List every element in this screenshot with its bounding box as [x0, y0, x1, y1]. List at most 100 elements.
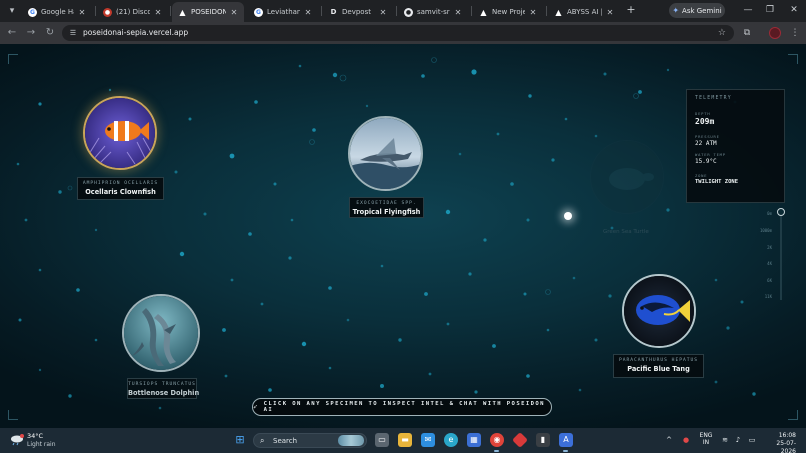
search-highlight-image [338, 435, 364, 446]
profile-avatar[interactable] [769, 27, 781, 39]
tab-google-hack[interactable]: G Google Hack ✕ [22, 2, 92, 22]
inspect-instruction-banner: ➶ CLICK ON ANY SPECIMEN TO INSPECT INTEL… [252, 398, 552, 416]
task-view-icon[interactable]: ▭ [375, 433, 389, 447]
close-icon[interactable]: ✕ [454, 8, 462, 17]
blue-tang-image [624, 276, 694, 346]
store-icon[interactable]: ▦ [467, 433, 481, 447]
tab-divider [396, 6, 397, 16]
telemetry-panel: TELEMETRY DEPTH 209m PRESSURE 22 ATM WAT… [686, 89, 785, 203]
specimen-ghost-turtle[interactable] [590, 140, 664, 214]
telemetry-heading: TELEMETRY [695, 96, 732, 101]
tab-search-icon[interactable]: ▾ [4, 3, 20, 19]
google-icon: G [254, 7, 263, 17]
depth-value: 209m [695, 117, 715, 126]
extensions-puzzle-icon[interactable]: ⧉ [740, 26, 754, 40]
tab-divider [321, 6, 322, 16]
gemini-sparkle-icon: ✦ [672, 6, 680, 15]
close-icon[interactable]: ✕ [230, 8, 238, 17]
weather-rain-icon[interactable] [10, 434, 24, 446]
specimen-flyingfish[interactable] [348, 116, 423, 191]
discord-icon: ● [103, 7, 112, 17]
depth-tick: 6K [767, 278, 772, 283]
corner-bracket [788, 54, 798, 64]
address-bar[interactable]: ☰ poseidonai-sepia.vercel.app ☆ [62, 25, 734, 41]
tab-divider [546, 6, 547, 16]
corner-bracket [788, 410, 798, 420]
specimen-blue-tang[interactable] [622, 274, 696, 348]
specimen-label-clownfish[interactable]: AMPHIPRION OCELLARIS Ocellaris Clownfish [77, 177, 164, 200]
dolphin-image [124, 296, 198, 370]
running-indicator [563, 450, 568, 452]
specimen-dolphin[interactable] [122, 294, 200, 372]
depth-tick: 0m [767, 211, 772, 216]
devpost-icon: D [329, 7, 338, 17]
close-icon[interactable]: ✕ [606, 8, 614, 17]
restore-icon[interactable]: ❐ [763, 3, 777, 17]
chrome-icon[interactable]: ◉ [490, 433, 504, 447]
window-close-icon[interactable]: ✕ [787, 3, 801, 17]
pressure-value: 22 ATM [695, 140, 717, 147]
specimen-label-dolphin[interactable]: TURSIOPS TRUNCATUS Bottlenose Dolphin [127, 378, 199, 399]
zone-value: TWILIGHT ZONE [695, 179, 739, 185]
battery-icon[interactable]: ▭ [746, 433, 758, 447]
weather-desc[interactable]: Light rain [27, 441, 56, 448]
triangle-icon: ▲ [179, 7, 186, 17]
tray-overflow-icon[interactable]: ^ [664, 433, 674, 447]
turtle-image [591, 141, 663, 213]
ask-gemini-button[interactable]: ✦ Ask Gemini [669, 3, 725, 18]
reload-icon[interactable]: ↻ [43, 26, 57, 40]
specimen-clownfish[interactable] [83, 96, 157, 170]
app-diamond-icon[interactable] [512, 432, 528, 448]
tab-new-project[interactable]: ▲ New Project ✕ [473, 2, 543, 22]
depth-tick: 2K [767, 245, 772, 250]
close-icon[interactable]: ✕ [154, 8, 162, 17]
close-icon[interactable]: ✕ [78, 8, 86, 17]
forward-arrow-icon[interactable]: → [24, 26, 38, 40]
mail-icon[interactable]: ✉ [421, 433, 435, 447]
corner-bracket [8, 410, 18, 420]
tab-devpost[interactable]: D Devpost ✕ [323, 2, 393, 22]
tab-divider [95, 6, 96, 16]
specimen-label-flyingfish[interactable]: EXOCOETIDAE SPP. Tropical Flyingfish [349, 197, 424, 218]
bookmark-star-icon[interactable]: ☆ [718, 26, 726, 40]
running-indicator [494, 450, 499, 452]
security-tray-icon[interactable]: ● [681, 433, 691, 447]
file-explorer-icon[interactable]: ▬ [398, 433, 412, 447]
tab-discord[interactable]: ● (21) Discord | ✕ [97, 2, 168, 22]
url-text: poseidonai-sepia.vercel.app [83, 28, 189, 37]
browser-menu-icon[interactable]: ⋮ [788, 26, 802, 40]
close-icon[interactable]: ✕ [379, 8, 387, 17]
corner-bracket [8, 54, 18, 64]
tab-divider [471, 6, 472, 16]
back-arrow-icon[interactable]: ← [5, 26, 19, 40]
tab-leviathan[interactable]: G Leviathan De ✕ [248, 2, 318, 22]
taskbar-search[interactable]: ⌕ Search [253, 433, 367, 448]
depth-scale-track[interactable] [780, 212, 782, 300]
wifi-icon[interactable]: ≋ [720, 433, 730, 447]
toolbar: ← → ↻ ☰ poseidonai-sepia.vercel.app ☆ ⧉ … [0, 22, 806, 44]
specimen-label-blue-tang[interactable]: PARACANTHURUS HEPATUS Pacific Blue Tang [613, 354, 704, 378]
depth-tick: 1000m [759, 228, 772, 233]
system-clock[interactable]: 16:08 25-07-2026 [762, 432, 796, 453]
rocket-icon: ➶ [253, 403, 259, 411]
site-settings-icon[interactable]: ☰ [68, 28, 78, 38]
edge-icon[interactable]: e [444, 433, 458, 447]
windows-start-icon[interactable]: ⊞ [233, 433, 247, 447]
tab-github[interactable]: ● samvit-srivas ✕ [398, 2, 468, 22]
depth-slider-handle[interactable] [777, 208, 785, 216]
tab-abyss[interactable]: ▲ ABYSS AI | De ✕ [548, 2, 620, 22]
weather-temp[interactable]: 34°C [27, 432, 43, 440]
close-icon[interactable]: ✕ [529, 8, 537, 17]
minimize-icon[interactable]: — [741, 3, 755, 17]
new-tab-button[interactable]: + [624, 3, 638, 17]
depth-tick: 4K [767, 261, 772, 266]
language-indicator[interactable]: ENG IN [697, 432, 715, 446]
close-icon[interactable]: ✕ [304, 8, 312, 17]
tab-divider [170, 6, 171, 16]
tab-poseidon-active[interactable]: ▲ POSEIDON A ✕ [172, 2, 244, 22]
volume-icon[interactable]: ♪ [733, 433, 743, 447]
ghost-specimen-label: Green Sea Turtle [603, 229, 649, 235]
app-a-icon[interactable]: A [559, 433, 573, 447]
flyingfish-image [350, 118, 421, 189]
terminal-icon[interactable]: ▮ [536, 433, 550, 447]
